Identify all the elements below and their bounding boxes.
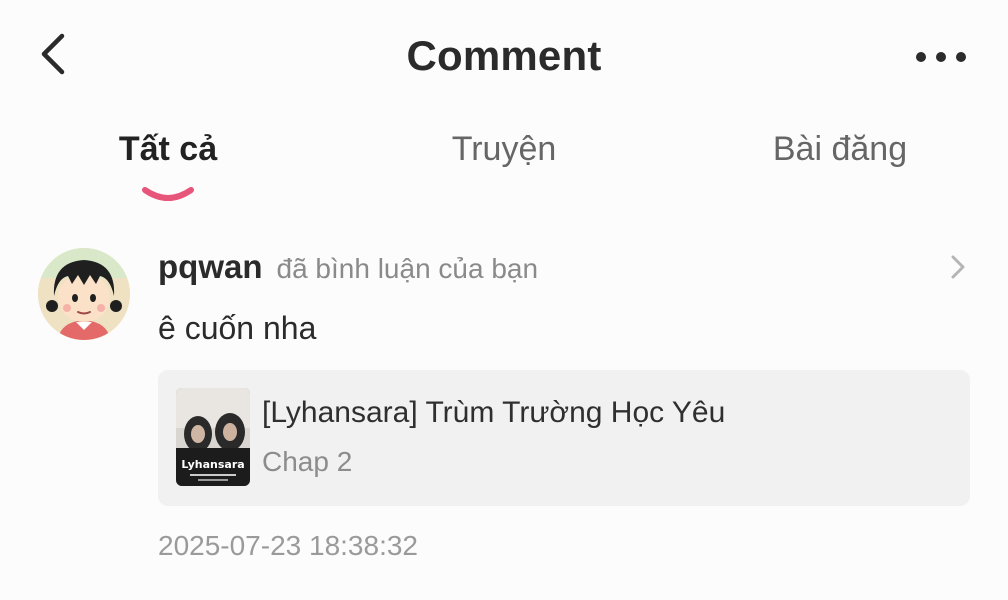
avatar[interactable] (38, 248, 130, 340)
story-chapter: Chap 2 (262, 446, 353, 477)
comment-text: ê cuốn nha (158, 310, 317, 346)
action-text: đã bình luận của bạn (276, 253, 539, 284)
header: Comment (0, 0, 1008, 110)
story-cover-title: Lyhansara (181, 458, 244, 471)
story-cover-image: Lyhansara (176, 388, 250, 486)
active-tab-indicator (142, 187, 194, 201)
tab-bar: Tất cả Truyện Bài đăng (0, 130, 1008, 210)
tab-posts[interactable]: Bài đăng (690, 130, 990, 169)
username[interactable]: pqwan (158, 248, 263, 285)
tab-posts-label: Bài đăng (772, 130, 908, 168)
tab-all[interactable]: Tất cả (18, 130, 318, 201)
page-title: Comment (406, 32, 602, 79)
open-notification-button[interactable] (946, 252, 970, 282)
notification-item[interactable]: pqwan đã bình luận của bạn ê cuốn nha Ly… (0, 240, 1008, 580)
story-cover: Lyhansara (176, 388, 250, 486)
story-card[interactable]: Lyhansara [Lyhansara] Trùm Trường Học Yê… (158, 370, 970, 506)
comment-notifications-screen: Comment Tất cả Truyện Bài đăng pqwan đã … (0, 0, 1008, 600)
tab-all-label: Tất cả (118, 130, 218, 168)
tab-stories[interactable]: Truyện (354, 130, 654, 169)
avatar-image (38, 248, 130, 340)
tab-stories-label: Truyện (451, 130, 557, 168)
more-horizontal-icon (916, 52, 966, 62)
notification-headline: pqwan đã bình luận của bạn (158, 248, 538, 288)
chevron-right-icon (951, 255, 965, 279)
timestamp: 2025-07-23 18:38:32 (158, 530, 418, 561)
more-options-button[interactable] (914, 40, 968, 74)
story-title: [Lyhansara] Trùm Trường Học Yêu (262, 396, 726, 429)
